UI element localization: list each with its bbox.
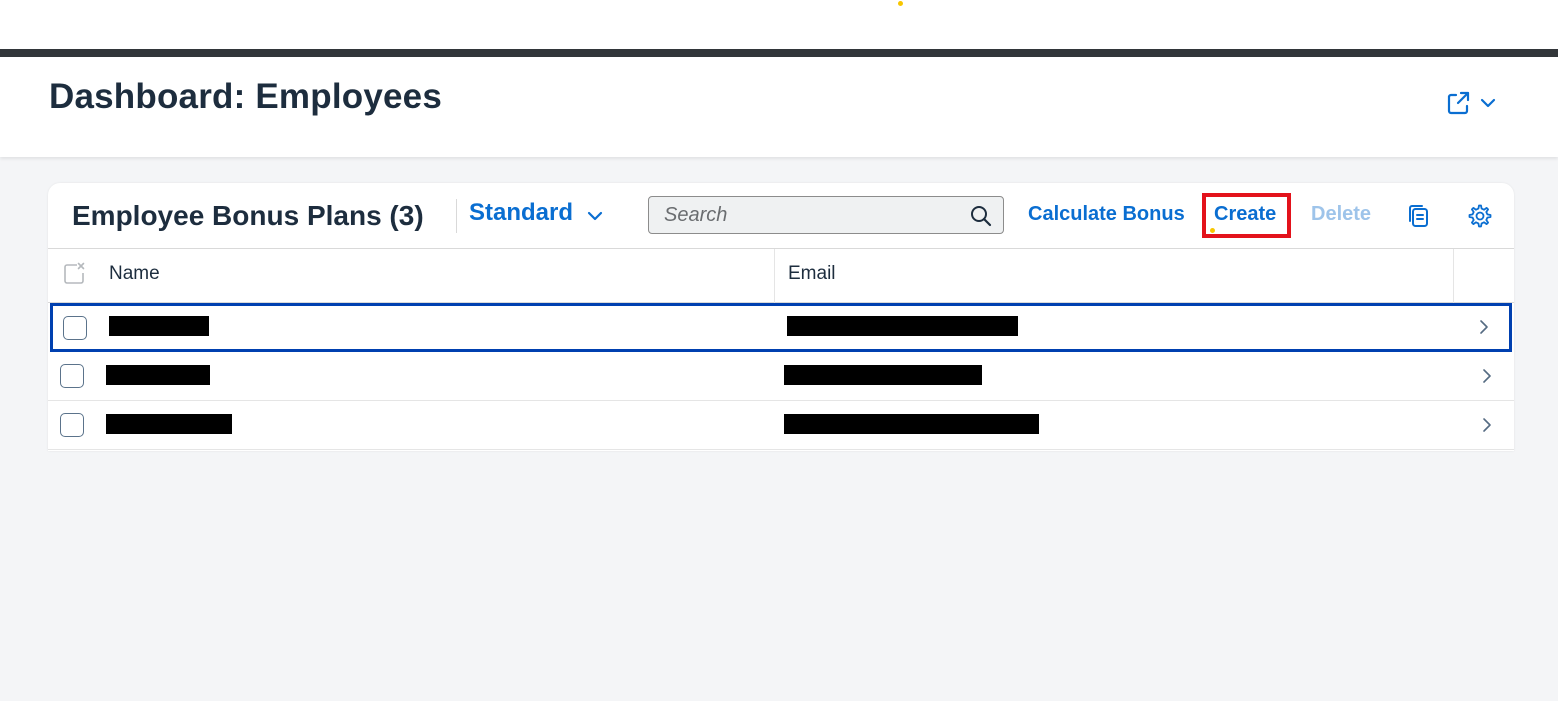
column-header-name[interactable]: Name (109, 263, 160, 285)
cursor-indicator (898, 1, 903, 6)
select-all-checkbox[interactable] (62, 262, 86, 291)
employee-table: Name Email Pragna Das pragna.das@company… (48, 248, 1514, 450)
share-icon (1446, 90, 1472, 116)
table-row[interactable]: Sourav Biswas sourav.biswas@company.com (48, 401, 1514, 450)
employee-bonus-plans-table-card: Employee Bonus Plans (3) Standard Calcul… (48, 183, 1514, 451)
table-header: Name Email (48, 248, 1514, 303)
cell-name: Sourav Biswas (106, 414, 232, 440)
column-divider (1453, 249, 1454, 303)
redacted-name: Pragna Das (109, 316, 210, 336)
table-title: Employee Bonus Plans (3) (72, 200, 424, 231)
row-checkbox[interactable] (60, 364, 84, 388)
toolbar-divider (456, 199, 457, 233)
cell-name: Pragna Das (109, 316, 210, 342)
table-row[interactable]: Ananya Roy ananya@company.com (48, 352, 1514, 401)
cell-name: Ananya Roy (106, 365, 210, 391)
cursor-indicator (1210, 228, 1215, 233)
redacted-email: sourav.biswas@company.com (784, 414, 1040, 434)
chevron-down-icon (1480, 97, 1496, 109)
chevron-right-icon[interactable] (1479, 319, 1489, 340)
table-row[interactable]: Pragna Das pragna.das@company.com (50, 303, 1512, 352)
redacted-name: Sourav Biswas (106, 414, 232, 434)
search-field (648, 196, 1004, 234)
variant-label: Standard (469, 199, 574, 226)
create-button[interactable]: Create (1214, 203, 1276, 226)
column-divider (774, 249, 775, 303)
page-title: Dashboard: Employees (49, 77, 442, 116)
cell-email: ananya@company.com (784, 365, 983, 391)
copy-icon (1406, 205, 1432, 233)
gear-icon (1466, 204, 1492, 233)
calculate-bonus-button[interactable]: Calculate Bonus (1028, 203, 1185, 226)
search-icon[interactable] (969, 204, 993, 233)
redacted-email: pragna.das@company.com (787, 316, 1019, 336)
chevron-right-icon[interactable] (1482, 417, 1492, 438)
redacted-email: ananya@company.com (784, 365, 983, 385)
column-header-email[interactable]: Email (788, 263, 836, 285)
chevron-down-icon (587, 204, 603, 222)
cell-email: pragna.das@company.com (787, 316, 1019, 342)
search-input[interactable] (649, 197, 959, 233)
variant-selector[interactable]: Standard (469, 199, 603, 227)
row-checkbox[interactable] (60, 413, 84, 437)
cell-email: sourav.biswas@company.com (784, 414, 1040, 440)
top-strip (0, 0, 1558, 49)
page-header: Dashboard: Employees (0, 57, 1558, 157)
share-button[interactable] (1446, 87, 1508, 119)
shell-bar (0, 49, 1558, 57)
row-checkbox[interactable] (63, 316, 87, 340)
settings-button[interactable] (1466, 203, 1492, 229)
chevron-right-icon[interactable] (1482, 368, 1492, 389)
copy-button[interactable] (1406, 203, 1432, 229)
redacted-name: Ananya Roy (106, 365, 210, 385)
delete-button[interactable]: Delete (1311, 203, 1371, 226)
